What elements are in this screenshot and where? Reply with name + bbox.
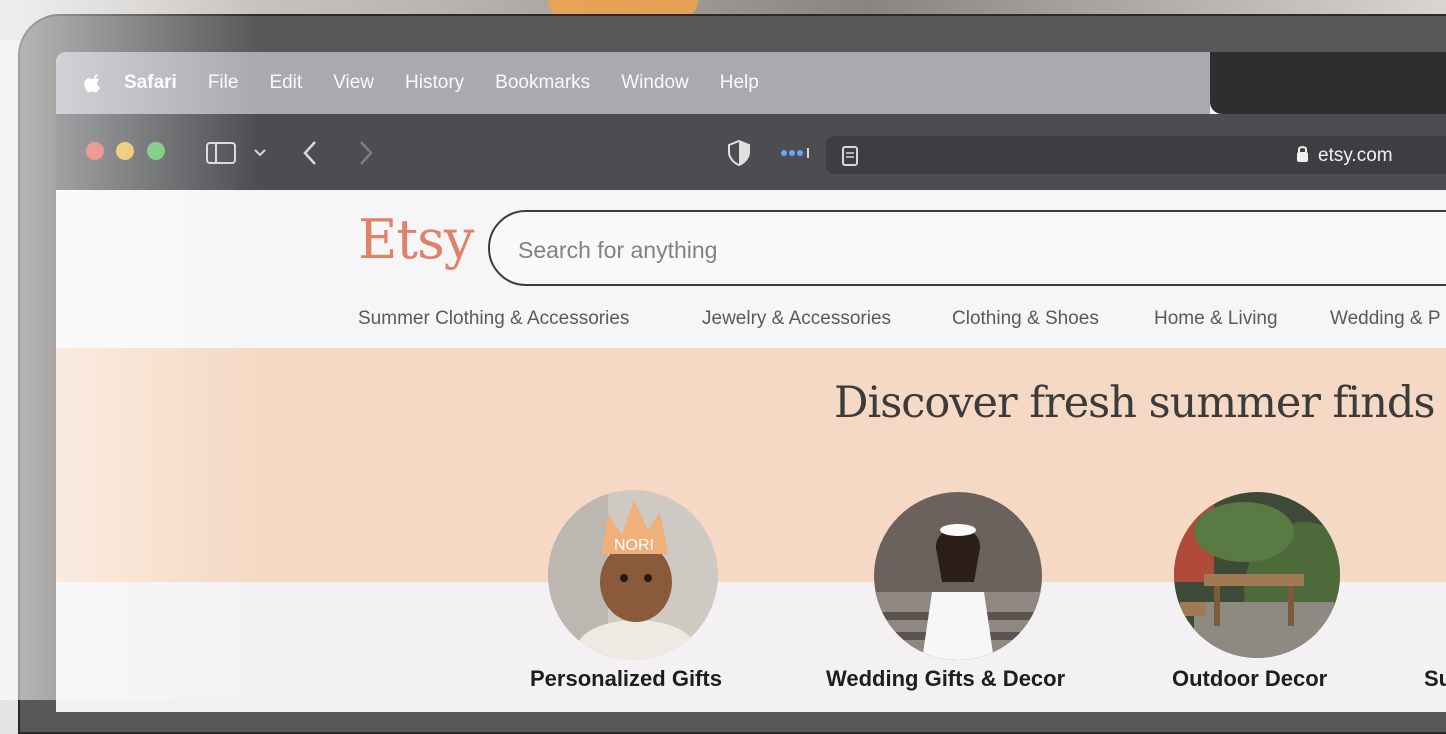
zoom-window-button[interactable] xyxy=(147,142,165,160)
etsy-page: Etsy Summer Clothing & Accessories Jewel… xyxy=(56,190,1446,712)
chevron-down-icon[interactable] xyxy=(254,148,266,158)
search-input[interactable] xyxy=(516,232,1320,268)
minimize-window-button[interactable] xyxy=(116,142,134,160)
child-crown-image: NORI xyxy=(548,490,718,660)
bride-image xyxy=(874,492,1042,660)
menu-view[interactable]: View xyxy=(333,72,374,94)
screen: Safari File Edit View History Bookmarks … xyxy=(56,52,1446,712)
category-home-living[interactable]: Home & Living xyxy=(1154,308,1278,330)
privacy-shield-icon[interactable] xyxy=(728,140,750,166)
macos-menubar: Safari File Edit View History Bookmarks … xyxy=(56,52,1210,114)
close-window-button[interactable] xyxy=(86,142,104,160)
laptop-frame: Safari File Edit View History Bookmarks … xyxy=(18,14,1446,734)
category-circle-personalized-gifts[interactable]: NORI xyxy=(548,490,718,660)
safari-toolbar: etsy.com xyxy=(56,114,1446,190)
menu-help[interactable]: Help xyxy=(720,72,759,94)
apple-icon[interactable] xyxy=(84,73,102,93)
menu-history[interactable]: History xyxy=(405,72,464,94)
menu-app-safari[interactable]: Safari xyxy=(124,72,177,94)
reader-icon[interactable] xyxy=(842,146,858,166)
search-box[interactable] xyxy=(488,210,1446,286)
back-icon[interactable] xyxy=(302,140,318,166)
extensions-icon[interactable] xyxy=(780,148,812,158)
label-summer-partial[interactable]: Su xyxy=(1424,666,1446,692)
menu-window[interactable]: Window xyxy=(621,72,689,94)
menubar-notch-area xyxy=(1210,52,1446,114)
category-circle-wedding-gifts[interactable] xyxy=(874,492,1042,660)
category-summer-clothing[interactable]: Summer Clothing & Accessories xyxy=(358,308,629,330)
url-text[interactable]: etsy.com xyxy=(1318,145,1393,167)
category-circle-outdoor-decor[interactable] xyxy=(1174,492,1340,658)
menu-edit[interactable]: Edit xyxy=(269,72,302,94)
menu-file[interactable]: File xyxy=(208,72,239,94)
hero-title: Discover fresh summer finds f xyxy=(834,378,1446,428)
category-jewelry[interactable]: Jewelry & Accessories xyxy=(702,308,891,330)
category-nav: Summer Clothing & Accessories Jewelry & … xyxy=(56,300,1446,346)
lock-icon xyxy=(1297,146,1308,162)
label-wedding-gifts[interactable]: Wedding Gifts & Decor xyxy=(826,666,1065,692)
category-wedding[interactable]: Wedding & P xyxy=(1330,308,1441,330)
patio-image xyxy=(1174,492,1340,658)
label-personalized-gifts[interactable]: Personalized Gifts xyxy=(530,666,722,692)
forward-icon[interactable] xyxy=(358,140,374,166)
menu-bookmarks[interactable]: Bookmarks xyxy=(495,72,590,94)
etsy-logo[interactable]: Etsy xyxy=(358,208,474,271)
sidebar-icon[interactable] xyxy=(206,142,236,164)
category-clothing-shoes[interactable]: Clothing & Shoes xyxy=(952,308,1099,330)
label-outdoor-decor[interactable]: Outdoor Decor xyxy=(1172,666,1327,692)
crown-text: NORI xyxy=(614,537,654,554)
